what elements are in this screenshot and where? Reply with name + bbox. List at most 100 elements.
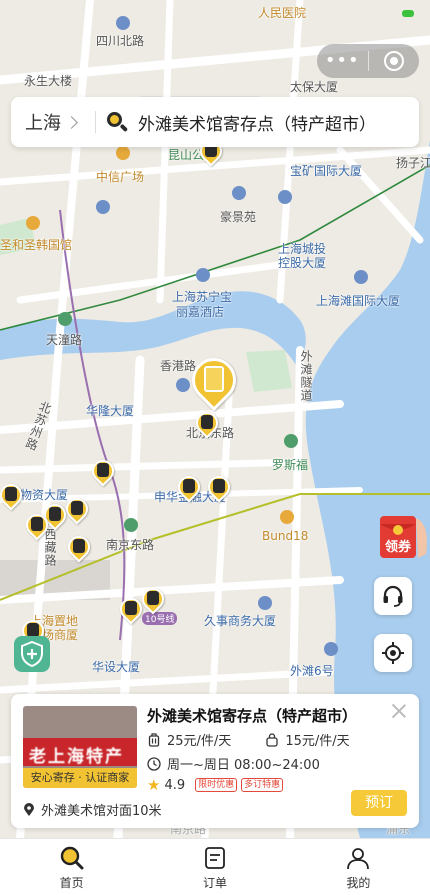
map-label: 永生大楼 bbox=[24, 74, 73, 88]
coupon-label: 领券 bbox=[384, 540, 411, 555]
large-suitcase-icon bbox=[148, 732, 160, 747]
store-photo: 老上海特产 安心寄存 · 认证商家 bbox=[23, 706, 137, 788]
storage-pin[interactable] bbox=[173, 471, 205, 506]
star-icon: ★ bbox=[147, 776, 161, 794]
chevron-right-icon bbox=[65, 115, 78, 129]
search-icon bbox=[106, 111, 129, 133]
map-label: 控股大厦 bbox=[278, 256, 327, 270]
search-icon bbox=[59, 845, 85, 871]
coupon-button[interactable]: 领券 bbox=[374, 510, 430, 562]
map-label: 久事商务大厦 bbox=[204, 614, 277, 628]
store-title: 外滩美术馆寄存点（特产超市） bbox=[147, 707, 358, 725]
map-label: 罗斯福 bbox=[272, 458, 309, 472]
tab-profile[interactable]: 我的 bbox=[287, 839, 430, 895]
storage-pin[interactable] bbox=[0, 479, 27, 514]
metro-station-icon bbox=[58, 312, 72, 326]
close-circle-icon bbox=[383, 51, 404, 71]
map-label: 圣和圣韩国馆 bbox=[0, 238, 73, 252]
promo-tag: 限时优惠 bbox=[195, 778, 238, 792]
customer-service-button[interactable] bbox=[374, 577, 412, 615]
promo-tag: 多订特惠 bbox=[241, 778, 284, 792]
price-large-luggage: 25元/件/天 bbox=[167, 734, 232, 749]
search-divider bbox=[95, 111, 96, 133]
map-label: 豪景苑 bbox=[220, 210, 257, 224]
storage-pin[interactable] bbox=[21, 509, 53, 544]
bottom-tab-bar: 首页 订单 我的 bbox=[0, 838, 430, 895]
tab-orders[interactable]: 订单 bbox=[143, 839, 286, 895]
city-name: 上海 bbox=[25, 113, 61, 134]
map-label: 上海滩国际大厦 bbox=[316, 294, 401, 308]
poi-icon bbox=[232, 186, 246, 200]
city-selector[interactable]: 上海 bbox=[11, 109, 95, 135]
metro-station-icon bbox=[124, 518, 138, 532]
map-label: 扬子江 bbox=[396, 156, 430, 170]
map-label: 南京东路 bbox=[106, 538, 155, 552]
tab-label: 首页 bbox=[59, 876, 84, 890]
map-label: 外滩6号 bbox=[290, 664, 334, 678]
miniprogram-capsule: ••• bbox=[317, 44, 419, 78]
map-label: 宝矿国际大厦 bbox=[290, 164, 363, 178]
storage-pin[interactable] bbox=[191, 407, 223, 442]
storage-pin[interactable] bbox=[203, 471, 235, 506]
clock-icon bbox=[147, 756, 161, 771]
map-label: 华设大厦 bbox=[92, 660, 141, 674]
storage-pin[interactable] bbox=[137, 583, 169, 618]
poi-icon bbox=[196, 268, 210, 282]
search-input[interactable]: 外滩美术馆寄存点（特产超市） bbox=[138, 110, 376, 135]
poi-icon bbox=[116, 146, 130, 160]
poi-icon bbox=[176, 378, 190, 392]
selected-storage-pin[interactable] bbox=[182, 348, 246, 420]
shield-plus-icon bbox=[21, 641, 43, 667]
more-button[interactable]: ••• bbox=[317, 44, 368, 78]
insurance-shield-button[interactable] bbox=[14, 636, 50, 672]
map-label: 丽嘉酒店 bbox=[176, 305, 225, 319]
order-list-icon bbox=[202, 845, 228, 871]
poi-icon bbox=[96, 200, 110, 214]
verified-badge: 安心寄存 · 认证商家 bbox=[23, 768, 137, 788]
poi-icon bbox=[280, 510, 294, 524]
headset-icon bbox=[383, 585, 403, 607]
storage-pin[interactable] bbox=[61, 493, 93, 528]
status-bar bbox=[0, 0, 430, 24]
map-label: 四川北路 bbox=[96, 34, 145, 48]
price-row: 25元/件/天 15元/件/天 bbox=[147, 730, 350, 749]
poi-icon bbox=[284, 434, 298, 448]
map-label: Bund18 bbox=[262, 529, 309, 543]
battery-icon bbox=[402, 10, 414, 17]
storage-pin[interactable] bbox=[87, 455, 119, 490]
poi-icon bbox=[278, 190, 292, 204]
map-label: 中信广场 bbox=[96, 170, 145, 184]
map-label: 华隆大厦 bbox=[86, 404, 135, 418]
map-label: 天潼路 bbox=[46, 333, 83, 347]
map-label: 香港路 bbox=[160, 359, 197, 373]
store-card[interactable]: 老上海特产 安心寄存 · 认证商家 外滩美术馆寄存点（特产超市） 25元/件/天… bbox=[11, 694, 419, 828]
rating-value: 4.9 bbox=[164, 777, 186, 793]
close-card-icon[interactable] bbox=[391, 703, 407, 719]
store-address: 外滩美术馆对面10米 bbox=[41, 804, 162, 819]
crosshair-icon bbox=[382, 642, 404, 664]
location-pin-icon bbox=[24, 802, 34, 816]
book-button[interactable]: 预订 bbox=[351, 790, 407, 816]
address-row: 外滩美术馆对面10米 bbox=[23, 800, 162, 819]
poi-icon bbox=[354, 270, 368, 284]
user-icon bbox=[345, 845, 371, 871]
map-label: 太保大厦 bbox=[290, 80, 339, 94]
poi-icon bbox=[324, 642, 338, 656]
shop-sign-text: 老上海特产 bbox=[29, 747, 124, 767]
poi-icon bbox=[258, 596, 272, 610]
tab-label: 我的 bbox=[346, 876, 371, 890]
small-bag-icon bbox=[266, 732, 278, 747]
tab-label: 订单 bbox=[202, 876, 227, 890]
business-hours: 周一~周日 08:00~24:00 bbox=[167, 758, 320, 773]
storage-pin[interactable] bbox=[115, 593, 147, 628]
poi-icon bbox=[26, 216, 40, 230]
hours-row: 周一~周日 08:00~24:00 bbox=[147, 754, 320, 773]
map-label: 外滩隧道 bbox=[299, 350, 313, 402]
storage-pin[interactable] bbox=[63, 531, 95, 566]
price-small-luggage: 15元/件/天 bbox=[285, 734, 350, 749]
tab-home[interactable]: 首页 bbox=[0, 839, 143, 895]
rating-row: ★ 4.9 限时优惠 多订特惠 bbox=[147, 776, 284, 794]
close-miniprogram-button[interactable] bbox=[369, 51, 420, 71]
locate-me-button[interactable] bbox=[374, 634, 412, 672]
search-bar: 上海 外滩美术馆寄存点（特产超市） bbox=[11, 97, 419, 147]
